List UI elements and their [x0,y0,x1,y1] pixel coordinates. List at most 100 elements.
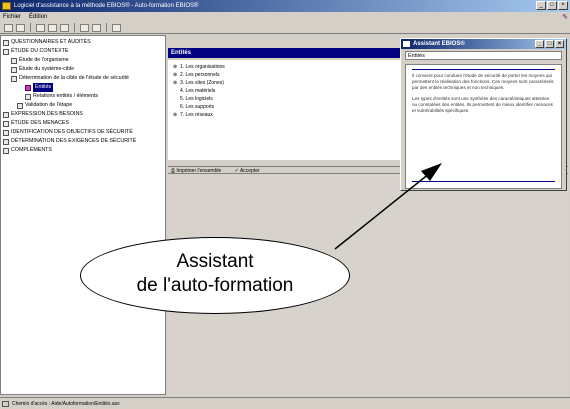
accept-button[interactable]: ✓ Accepter [235,168,266,174]
expand-icon: ⊕ [173,112,178,118]
menu-edition[interactable]: Édition [29,12,47,22]
status-bar: Chemin d'accès : Aide/Autoformation/Enti… [0,397,570,409]
list-item[interactable]: ⊕ 3. Les sites (Zones) [171,79,401,87]
list-item-label: 3. Les sites (Zones) [180,80,224,86]
tree-item-label: EXPRESSION DES BESOINS [11,111,83,117]
folder-icon [3,147,9,154]
tree-item-label: COMPLÉMENTS [11,147,52,153]
folder-icon [3,111,9,118]
close-button[interactable]: × [558,1,568,10]
toolbar [0,22,570,34]
tree-item-label: Validation de l'étape [25,102,73,108]
status-icon [2,401,9,407]
assistant-topic: Entités [405,51,562,60]
maximize-button[interactable]: □ [547,1,557,10]
preview-icon[interactable] [60,23,69,32]
menu-bar: Fichier Édition ✎ [0,12,570,22]
tree-item-label: ÉTUDE DU CONTEXTE [11,48,69,54]
callout-ellipse: Assistant de l'auto-formation [80,237,350,314]
app-icon [2,2,11,10]
tree-item-label: Relations entités / éléments [33,93,99,99]
tree-item-exigences[interactable]: DÉTERMINATION DES EXIGENCES DE SÉCURITÉ [3,137,163,146]
window-icon[interactable] [80,23,89,32]
folder-icon [3,48,9,55]
assistant-controls: _ □ × [535,40,564,48]
method-tree: QUESTIONNAIRES ET AUDITÉS ÉTUDE DU CONTE… [0,35,166,395]
assistant-close-button[interactable]: × [555,40,564,48]
assistant-window: Assistant EBIOS® _ □ × Entités Il convie… [400,38,567,191]
tree-item-determination-cible[interactable]: Détermination de la cible de l'étude de … [3,74,163,83]
tree-item-label: Détermination de la cible de l'étude de … [19,75,129,81]
minimize-button[interactable]: _ [536,1,546,10]
pencil-icon [17,102,23,109]
list-item[interactable]: ⊕ 7. Les réseaux [171,111,401,119]
tree-item-menaces[interactable]: ÉTUDE DES MENACES [3,119,163,128]
tree-item-label: Étude de l'organisme [19,57,69,63]
list-item-label: 1. Les organisations [180,64,225,70]
assistant-content: Il convient pour conduire l'étude de séc… [405,64,562,189]
divider [412,69,555,70]
folder-open-icon [11,75,17,82]
status-text: Chemin d'accès : Aide/Autoformation/Enti… [12,401,120,407]
folder-icon [3,129,9,136]
tree-item-etude-contexte[interactable]: ÉTUDE DU CONTEXTE [3,47,163,56]
tree-item-label: Étude du système-cible [19,66,75,72]
tree-item-label: IDENTIFICATION DES OBJECTIFS DE SÉCURITÉ [11,129,133,135]
list-item-label: 5. Les logiciels [180,96,213,102]
panel-icon[interactable] [92,23,101,32]
list-item[interactable]: 5. Les logiciels [171,95,401,103]
list-item-label: 7. Les réseaux [180,112,213,118]
divider [412,181,555,182]
tree-item-entites[interactable]: Entités [3,83,163,92]
expand-icon: ⊕ [173,72,178,78]
assistant-paragraph: Il convient pour conduire l'étude de séc… [412,73,554,90]
assistant-titlebar[interactable]: Assistant EBIOS® _ □ × [401,39,566,49]
list-item-label: 4. Les matériels [180,88,216,94]
assistant-maximize-button[interactable]: □ [545,40,554,48]
accept-label: Accepter [239,168,260,174]
tree-item-systeme-cible[interactable]: Étude du système-cible [3,65,163,74]
list-item[interactable]: 4. Les matériels [171,87,401,95]
window-titlebar: Logiciel d'assistance à la méthode EBIOS… [0,0,570,12]
folder-icon [11,57,17,64]
toolbar-separator [30,23,31,32]
list-item[interactable]: ⊕ 2. Les personnels [171,71,401,79]
tree-item-relations[interactable]: Relations entités / éléments [3,92,163,101]
save-icon[interactable] [36,23,45,32]
pencil-icon [25,84,31,91]
menu-fichier[interactable]: Fichier [3,12,21,22]
tree-item-objectifs[interactable]: IDENTIFICATION DES OBJECTIFS DE SÉCURITÉ [3,128,163,137]
window-controls: _ □ × [536,1,568,10]
list-item[interactable]: 6. Les supports [171,103,401,111]
list-item-label: 6. Les supports [180,104,215,110]
assistant-paragraph: Les types d'entités sont une synthèse de… [412,96,553,113]
folder-icon [3,138,9,145]
open-icon[interactable] [16,23,25,32]
tree-item-besoins[interactable]: EXPRESSION DES BESOINS [3,110,163,119]
window-title: Logiciel d'assistance à la méthode EBIOS… [14,3,199,9]
list-item-label: 2. Les personnels [180,72,220,78]
tree-item-label: Entités [33,83,54,92]
list-item[interactable]: ⊕ 1. Les organisations [171,63,401,71]
new-icon[interactable] [4,23,13,32]
print-icon[interactable] [48,23,57,32]
assistant-minimize-button[interactable]: _ [535,40,544,48]
tree-item-organisme[interactable]: Étude de l'organisme [3,56,163,65]
folder-icon [3,120,9,127]
toolbar-separator [74,23,75,32]
expand-icon: ⊕ [173,64,178,70]
folder-icon [3,39,9,46]
tree-item-label: DÉTERMINATION DES EXIGENCES DE SÉCURITÉ [11,138,137,144]
print-all-label: Imprimer l'ensemble [176,168,222,174]
assistant-icon [403,41,410,47]
entites-header: Entités [168,48,404,58]
entites-list: ⊕ 1. Les organisations ⊕ 2. Les personnels… [168,60,404,160]
tree-item-complements[interactable]: COMPLÉMENTS [3,146,163,155]
tree-item-label: ÉTUDE DES MENACES [11,120,69,126]
tree-item-validation[interactable]: Validation de l'étape [3,101,163,110]
callout-line-1: Assistant [176,251,254,272]
tree-item-questionnaires[interactable]: QUESTIONNAIRES ET AUDITÉS [3,38,163,47]
print-all-button[interactable]: ⎙ Imprimer l'ensemble [171,168,227,174]
toolbar-separator [106,23,107,32]
help-icon[interactable] [112,23,121,32]
